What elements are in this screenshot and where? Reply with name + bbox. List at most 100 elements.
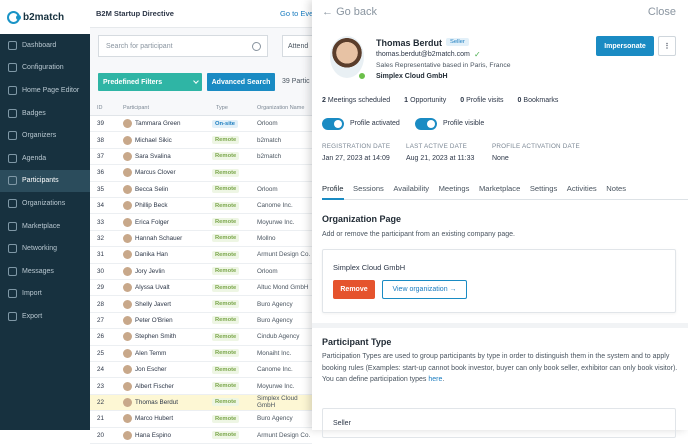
sidebar-item-dashboard[interactable]: Dashboard (0, 34, 90, 57)
row-participant[interactable]: Michael Sikic (123, 135, 172, 145)
sidebar-item-messages[interactable]: Messages (0, 260, 90, 283)
row-participant[interactable]: Stephen Smith (123, 332, 176, 342)
table-row[interactable]: 35 Becca Selin Remote Orloom (90, 181, 312, 198)
go-back-button[interactable]: ← Go back (322, 6, 377, 18)
row-participant[interactable]: Phillip Beck (123, 201, 168, 211)
stat-label: Profile visits (466, 97, 504, 104)
stat-label: Bookmarks (523, 97, 559, 104)
participant-name: Peter O'Brien (135, 316, 173, 324)
row-participant[interactable]: Albert Fischer (123, 381, 174, 391)
row-participant[interactable]: Thomas Berdut (123, 397, 178, 407)
tab-notes[interactable]: Notes (606, 184, 626, 200)
row-participant[interactable]: Hana Espino (123, 430, 171, 440)
table-row[interactable]: 30 Jory Jevlin Remote Orloom (90, 263, 312, 280)
row-participant[interactable]: Shelly Javert (123, 299, 172, 309)
col-id[interactable]: ID (97, 105, 103, 111)
sidebar-item-participants[interactable]: Participants (0, 169, 90, 193)
table-row[interactable]: 28 Shelly Javert Remote Buro Agency (90, 296, 312, 313)
table-row[interactable]: 21 Marco Hubert Remote Buro Agency (90, 411, 312, 428)
sidebar-item-home-page-editor[interactable]: Home Page Editor (0, 79, 90, 102)
table-row[interactable]: 33 Erica Folger Remote Moyurwe Inc. (90, 214, 312, 231)
row-participant[interactable]: Jory Jevlin (123, 266, 165, 276)
participant-name: Shelly Javert (135, 300, 172, 308)
sidebar-item-badges[interactable]: Badges (0, 102, 90, 125)
table-row[interactable]: 24 Jon Escher Remote Canome Inc. (90, 362, 312, 379)
table-row[interactable]: 31 Danika Han Remote Armunt Design Co. (90, 247, 312, 264)
configuration-icon (8, 63, 17, 73)
participant-type-description: Participation Types are used to group pa… (322, 353, 678, 383)
chevron-down-icon (193, 78, 199, 84)
remove-button[interactable]: Remove (333, 280, 375, 299)
row-participant[interactable]: Alen Temm (123, 348, 166, 358)
table-row[interactable]: 23 Albert Fischer Remote Moyurwe Inc. (90, 378, 312, 395)
table-row[interactable]: 37 Sara Svalina Remote b2match (90, 148, 312, 166)
tab-meetings[interactable]: Meetings (439, 184, 470, 200)
tab-sessions[interactable]: Sessions (353, 184, 384, 200)
row-participant[interactable]: Peter O'Brien (123, 315, 173, 325)
tab-availability[interactable]: Availability (393, 184, 429, 200)
row-participant[interactable]: Sara Svalina (123, 151, 171, 161)
go-to-event-link[interactable]: Go to Eve (280, 9, 313, 18)
table-row[interactable]: 39 Tammara Green On-site Orloom (90, 116, 312, 133)
brand-logo[interactable]: b2match (0, 0, 90, 34)
impersonate-button[interactable]: Impersonate (596, 36, 654, 56)
profile-activated-toggle[interactable] (322, 118, 344, 130)
view-organization-button[interactable]: View organization → (382, 280, 467, 299)
participant-name: Jon Escher (135, 366, 167, 374)
participant-name: Tammara Green (135, 120, 181, 128)
row-organization: Cindub Agency (257, 333, 300, 341)
tab-activities[interactable]: Activities (567, 184, 597, 200)
table-row[interactable]: 34 Phillip Beck Remote Canome Inc. (90, 198, 312, 215)
table-row[interactable]: 20 Hana Espino Remote Armunt Design Co. (90, 427, 312, 444)
row-id: 26 (97, 333, 105, 341)
sidebar-item-import[interactable]: Import (0, 283, 90, 306)
sidebar-item-organizers[interactable]: Organizers (0, 124, 90, 147)
row-id: 34 (97, 202, 105, 210)
sidebar-item-organizations[interactable]: Organizations (0, 192, 90, 215)
table-row[interactable]: 32 Hannah Schauer Remote Mollno (90, 230, 312, 248)
sidebar-item-export[interactable]: Export (0, 305, 90, 328)
table-row[interactable]: 26 Stephen Smith Remote Cindub Agency (90, 329, 312, 346)
table-row[interactable]: 29 Alyssa Uvalt Remote Altuc Mond GmbH (90, 280, 312, 297)
row-participant[interactable]: Jon Escher (123, 365, 167, 375)
avatar (123, 430, 132, 440)
row-participant[interactable]: Tammara Green (123, 119, 181, 129)
row-participant[interactable]: Danika Han (123, 250, 168, 260)
define-types-link[interactable]: here (428, 376, 442, 383)
table-row[interactable]: 27 Peter O'Brien Remote Buro Agency (90, 312, 312, 330)
row-participant[interactable]: Alyssa Uvalt (123, 283, 170, 293)
search-input[interactable]: Search for participant (98, 35, 268, 57)
avatar (123, 266, 132, 276)
row-participant[interactable]: Marco Hubert (123, 414, 173, 424)
avatar (123, 233, 132, 243)
row-participant[interactable]: Hannah Schauer (123, 233, 182, 243)
tab-profile[interactable]: Profile (322, 184, 344, 200)
col-type[interactable]: Type (216, 105, 228, 111)
table-row[interactable]: 36 Marcus Clover Remote (90, 165, 312, 182)
row-participant[interactable]: Becca Selin (123, 184, 168, 194)
tab-settings[interactable]: Settings (530, 184, 557, 200)
sidebar-item-marketplace[interactable]: Marketplace (0, 215, 90, 238)
participant-name: Thomas Berdut (376, 38, 443, 48)
col-participant[interactable]: Participant (123, 105, 149, 111)
tab-marketplace[interactable]: Marketplace (479, 184, 520, 200)
avatar (123, 381, 132, 391)
table-row[interactable]: 25 Alen Temm Remote Monaiht Inc. (90, 345, 312, 362)
more-options-button[interactable]: ⋮ (658, 36, 676, 56)
close-button[interactable]: Close (648, 6, 676, 18)
participant-type-select[interactable]: Seller (322, 408, 676, 438)
sidebar-item-configuration[interactable]: Configuration (0, 57, 90, 80)
row-participant[interactable]: Erica Folger (123, 217, 169, 227)
predefined-filters-select[interactable]: Predefined Filters (98, 73, 202, 91)
row-participant[interactable]: Marcus Clover (123, 168, 176, 178)
table-row[interactable]: 38 Michael Sikic Remote b2match (90, 132, 312, 149)
profile-activated-label: Profile activated (350, 120, 400, 127)
avatar (123, 299, 132, 309)
stat-item: 0 Bookmarks (518, 97, 559, 104)
sidebar-item-networking[interactable]: Networking (0, 237, 90, 260)
table-row[interactable]: 22 Thomas Berdut Remote Simplex Cloud GmbH (90, 394, 312, 412)
advanced-search-button[interactable]: Advanced Search (207, 73, 275, 91)
profile-visible-toggle[interactable] (415, 118, 437, 130)
col-organization[interactable]: Organization Name (257, 105, 304, 111)
sidebar-item-agenda[interactable]: Agenda (0, 147, 90, 170)
